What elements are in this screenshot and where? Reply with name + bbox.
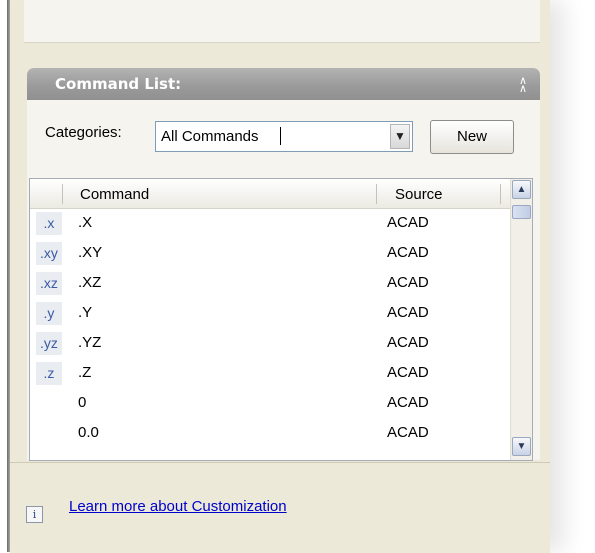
- command-source: ACAD: [387, 364, 429, 381]
- command-icon: .z: [36, 362, 62, 385]
- scroll-thumb[interactable]: [512, 205, 531, 219]
- command-name: .XZ: [78, 274, 102, 291]
- command-icon: .y: [36, 302, 62, 325]
- command-icon: .x: [36, 212, 62, 235]
- table-row[interactable]: .y .Y ACAD: [30, 298, 512, 328]
- column-separator[interactable]: [500, 184, 501, 204]
- command-rows: .x .X ACAD .xy .XY ACAD .xz .XZ ACAD .y …: [30, 208, 512, 448]
- vertical-scrollbar[interactable]: ▲ ▼: [510, 179, 532, 460]
- categories-value[interactable]: All Commands: [161, 128, 259, 145]
- command-source: ACAD: [387, 214, 429, 231]
- command-source: ACAD: [387, 244, 429, 261]
- new-button[interactable]: New: [430, 120, 514, 154]
- command-name: 0: [78, 394, 87, 411]
- upper-pane: [24, 0, 540, 43]
- table-row[interactable]: 0 ACAD: [30, 388, 512, 418]
- table-row[interactable]: .xz .XZ ACAD: [30, 268, 512, 298]
- command-grid[interactable]: Command Source .x .X ACAD .xy .XY ACAD .…: [29, 178, 533, 461]
- table-row[interactable]: .x .X ACAD: [30, 208, 512, 238]
- command-list-title: Command List:: [55, 75, 182, 93]
- command-source: ACAD: [387, 304, 429, 321]
- command-icon: .yz: [36, 332, 62, 355]
- grid-header: Command Source: [30, 179, 512, 209]
- table-row[interactable]: 0.0 ACAD: [30, 418, 512, 448]
- table-row[interactable]: .z .Z ACAD: [30, 358, 512, 388]
- column-separator[interactable]: [376, 184, 377, 204]
- command-name: .YZ: [78, 334, 102, 351]
- chevron-down-icon[interactable]: ▼: [390, 124, 410, 149]
- command-icon: .xz: [36, 272, 62, 295]
- table-row[interactable]: .xy .XY ACAD: [30, 238, 512, 268]
- command-source: ACAD: [387, 334, 429, 351]
- column-header-command[interactable]: Command: [80, 186, 149, 203]
- collapse-chevron-icon[interactable]: ∧ ∧: [512, 73, 534, 95]
- column-separator[interactable]: [62, 184, 63, 204]
- command-name: .X: [78, 214, 93, 231]
- categories-label: Categories:: [45, 124, 122, 141]
- column-header-source[interactable]: Source: [395, 186, 443, 203]
- command-name: .XY: [78, 244, 103, 261]
- command-icon: .xy: [36, 242, 62, 265]
- scroll-up-icon[interactable]: ▲: [512, 180, 531, 199]
- command-name: 0.0: [78, 424, 99, 441]
- categories-combobox[interactable]: All Commands ▼: [155, 121, 413, 152]
- command-source: ACAD: [387, 274, 429, 291]
- table-row[interactable]: .yz .YZ ACAD: [30, 328, 512, 358]
- command-source: ACAD: [387, 424, 429, 441]
- text-caret: [280, 127, 281, 145]
- scroll-down-icon[interactable]: ▼: [512, 437, 531, 456]
- command-list-header[interactable]: Command List: ∧ ∧: [27, 68, 540, 100]
- learn-more-link[interactable]: Learn more about Customization: [69, 498, 287, 515]
- info-icon: i: [26, 506, 43, 523]
- info-bar: i Learn more about Customization: [10, 462, 550, 553]
- command-name: .Z: [78, 364, 92, 381]
- command-source: ACAD: [387, 394, 429, 411]
- command-name: .Y: [78, 304, 93, 321]
